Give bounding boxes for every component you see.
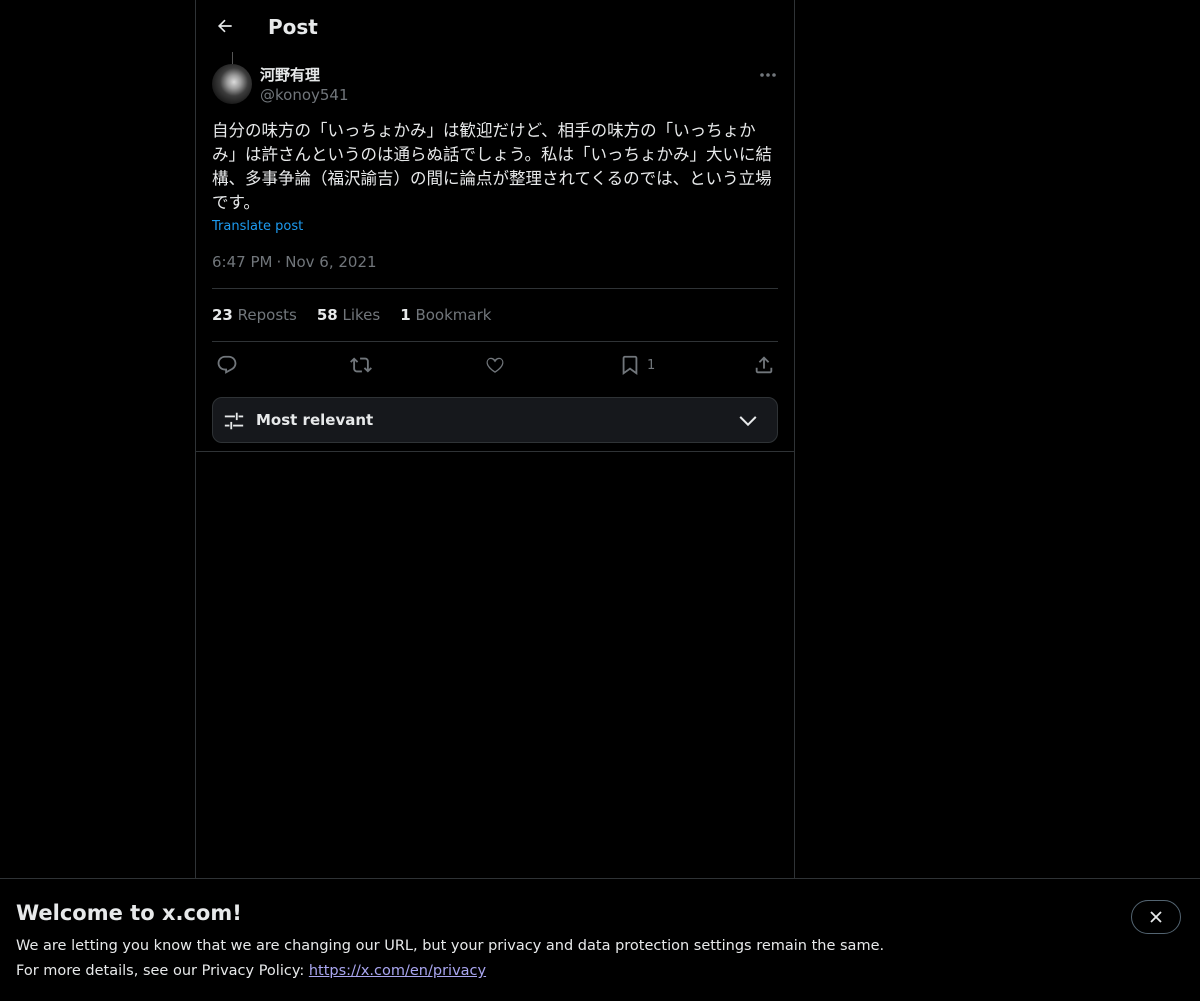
close-icon <box>1148 909 1164 925</box>
likes-stat[interactable]: 58 Likes <box>317 305 380 325</box>
likes-count: 58 <box>316 306 338 324</box>
avatar[interactable] <box>212 64 252 104</box>
like-button[interactable] <box>484 352 506 378</box>
bookmarks-label: Bookmark <box>415 306 492 324</box>
post-time[interactable]: 6:47 PM <box>212 253 272 271</box>
post-column: Post 河野有理 @konoy541 自分の味方の「いっちょかみ」は歓迎だけど… <box>195 0 795 878</box>
share-icon <box>753 354 775 376</box>
reply-icon <box>216 354 238 376</box>
banner-privacy-line: For more details, see our Privacy Policy… <box>16 961 486 981</box>
bookmark-icon <box>619 354 641 376</box>
more-icon <box>759 72 777 78</box>
reposts-label: Reposts <box>237 306 297 324</box>
likes-label: Likes <box>342 306 381 324</box>
divider <box>212 288 778 289</box>
banner-title: Welcome to x.com! <box>16 901 242 925</box>
repost-icon <box>350 354 372 376</box>
divider <box>196 451 794 452</box>
like-icon <box>484 354 506 376</box>
banner-close-button[interactable] <box>1131 900 1181 934</box>
divider <box>212 341 778 342</box>
meta-separator: · <box>276 253 282 271</box>
replies-sort-dropdown[interactable]: Most relevant <box>212 397 778 443</box>
url-change-banner: Welcome to x.com! We are letting you kno… <box>0 878 1200 1001</box>
banner-message: We are letting you know that we are chan… <box>16 938 885 954</box>
bookmark-button[interactable]: 1 <box>619 352 655 378</box>
more-options-button[interactable] <box>754 64 782 86</box>
thread-line <box>232 52 233 64</box>
sort-label: Most relevant <box>256 411 374 429</box>
top-bar: Post <box>196 0 794 53</box>
chevron-down-icon <box>737 410 759 432</box>
reposts-count: 23 <box>212 306 233 324</box>
author-name[interactable]: 河野有理 <box>260 65 320 85</box>
author-handle[interactable]: @konoy541 <box>260 85 349 105</box>
sliders-icon <box>223 410 245 432</box>
bookmark-action-count: 1 <box>647 357 656 373</box>
page-title: Post <box>268 15 318 39</box>
bookmarks-stat: 1 Bookmark <box>400 305 491 325</box>
post-date[interactable]: Nov 6, 2021 <box>285 253 376 271</box>
share-button[interactable] <box>753 352 775 378</box>
bookmarks-count: 1 <box>400 306 411 324</box>
reply-button[interactable] <box>216 352 238 378</box>
post-timestamp[interactable]: 6:47 PM · Nov 6, 2021 <box>212 252 377 272</box>
repost-button[interactable] <box>350 352 372 378</box>
reposts-stat[interactable]: 23 Reposts <box>212 305 297 325</box>
post-text: 自分の味方の「いっちょかみ」は歓迎だけど、相手の味方の「いっちょかみ」は許さんと… <box>212 121 773 212</box>
translate-post-link[interactable]: Translate post <box>212 218 303 236</box>
back-button[interactable] <box>208 9 242 43</box>
post-stats: 23 Reposts 58 Likes 1 Bookmark <box>212 305 491 325</box>
banner-privacy-prefix: For more details, see our Privacy Policy… <box>16 963 309 979</box>
arrow-left-icon <box>215 16 235 36</box>
privacy-policy-link[interactable]: https://x.com/en/privacy <box>309 963 486 979</box>
